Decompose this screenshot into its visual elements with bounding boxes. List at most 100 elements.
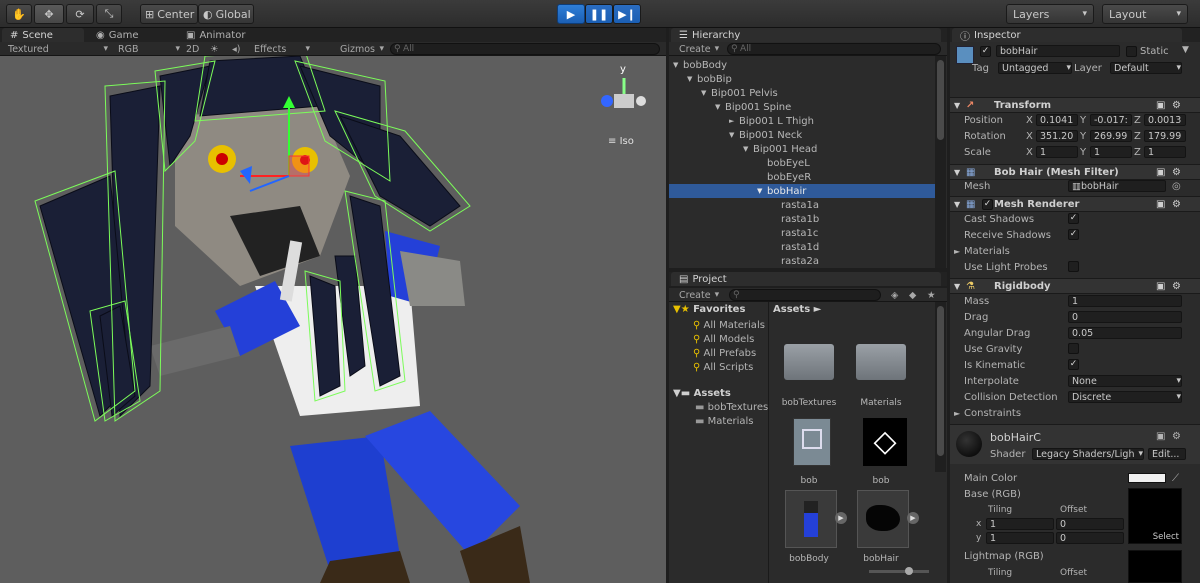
project-create-dropdown[interactable]: Create [679, 289, 719, 301]
project-breadcrumb[interactable]: Assets ► [773, 304, 821, 315]
hierarchy-item[interactable]: ▼ Bip001 Head [669, 142, 935, 156]
orientation-gizmo[interactable]: y [601, 64, 646, 108]
hierarchy-item[interactable]: rasta1a [669, 198, 935, 212]
tiling-x-field[interactable]: 1 [986, 518, 1054, 530]
favorite-star-icon[interactable]: ★ [927, 289, 937, 301]
play-preview-icon[interactable]: ▶ [907, 512, 919, 524]
foldout-arrow-icon[interactable]: ▼ [757, 187, 767, 195]
project-search-input[interactable]: ⚲ [729, 289, 881, 301]
static-dropdown-icon[interactable]: ▼ [1182, 45, 1189, 55]
object-name-field[interactable]: bobHair [996, 45, 1120, 57]
asset-tile-unity[interactable]: ◇ [851, 412, 911, 472]
static-checkbox[interactable] [1126, 46, 1137, 57]
constraints-row[interactable]: ► Constraints [950, 405, 1200, 421]
lighting-toggle[interactable]: ☀ [210, 43, 222, 55]
hierarchy-item[interactable]: ▼ Bip001 Pelvis [669, 86, 935, 100]
base-texture-select[interactable]: Select [1153, 532, 1179, 542]
asset-folder-item[interactable]: ▬ bobTextures [695, 402, 768, 413]
play-button[interactable]: ▶ [557, 4, 585, 24]
hierarchy-create-dropdown[interactable]: Create [679, 43, 719, 55]
foldout-arrow-icon[interactable]: ▼ [673, 61, 683, 69]
position-field[interactable]: 0.1041 [1036, 114, 1078, 126]
scale-field[interactable]: 1 [1036, 146, 1078, 158]
filter-label-icon[interactable]: ◆ [909, 289, 919, 301]
component-gear-icon[interactable]: ⚙ [1172, 100, 1181, 111]
shader-edit-button[interactable]: Edit... [1148, 448, 1186, 460]
hand-tool-button[interactable]: ✋ [6, 4, 32, 24]
step-button[interactable]: ▶❙ [613, 4, 641, 24]
scale-field[interactable]: 1 [1144, 146, 1186, 158]
gizmos-dropdown[interactable]: Gizmos [340, 43, 384, 55]
hierarchy-scrollbar[interactable] [935, 56, 946, 268]
main-color-swatch[interactable] [1128, 473, 1166, 483]
pivot-center-button[interactable]: ⊞ Center [140, 4, 198, 24]
offset-x-field[interactable]: 0 [1056, 518, 1124, 530]
layout-dropdown[interactable]: Layout [1102, 4, 1188, 24]
scene-viewport[interactable]: y ≡ Iso [0, 56, 666, 583]
play-preview-icon[interactable]: ▶ [835, 512, 847, 524]
drag-field[interactable]: 0 [1068, 311, 1182, 323]
rotation-field[interactable]: 179.99 [1144, 130, 1186, 142]
mesh-renderer-enabled-checkbox[interactable]: ✓ [982, 199, 993, 210]
receive-shadows-checkbox[interactable]: ✓ [1068, 229, 1079, 240]
filter-type-icon[interactable]: ◈ [891, 289, 901, 301]
project-scrollbar[interactable] [935, 302, 946, 472]
favorite-item[interactable]: ⚲ All Models [693, 334, 754, 345]
favorite-item[interactable]: ⚲ All Materials [693, 320, 765, 331]
asset-tile-prefab[interactable]: ▶ [779, 490, 847, 550]
hierarchy-item[interactable]: rasta1d [669, 240, 935, 254]
eyedropper-icon[interactable]: ⟋ [1172, 473, 1179, 484]
tab-inspector[interactable]: ⓘ Inspector [952, 28, 1182, 43]
mesh-field[interactable]: ▥ bobHair [1068, 180, 1166, 192]
foldout-arrow-icon[interactable]: ▼ [729, 131, 739, 139]
angular-drag-field[interactable]: 0.05 [1068, 327, 1182, 339]
tab-animator[interactable]: ▣ Animator [178, 28, 268, 42]
space-global-button[interactable]: ◐ Global [198, 4, 254, 24]
layers-dropdown[interactable]: Layers [1006, 4, 1094, 24]
rotation-field[interactable]: 269.99 [1090, 130, 1132, 142]
move-tool-button[interactable]: ✥ [34, 4, 64, 24]
light-probes-checkbox[interactable] [1068, 261, 1079, 272]
tiling-y-field[interactable]: 1 [986, 532, 1054, 544]
asset-tile-mesh[interactable]: ▶ [851, 490, 919, 550]
rotate-tool-button[interactable]: ⟳ [66, 4, 94, 24]
foldout-arrow-icon[interactable]: ► [729, 117, 739, 125]
foldout-arrow-icon[interactable]: ▼ [687, 75, 697, 83]
help-book-icon[interactable]: ▣ [1156, 167, 1165, 178]
hierarchy-item[interactable]: ▼ Bip001 Spine [669, 100, 935, 114]
object-picker-icon[interactable]: ◎ [1172, 181, 1181, 192]
tab-hierarchy[interactable]: ☰ Hierarchy [671, 28, 941, 42]
active-checkbox[interactable]: ✓ [980, 46, 991, 57]
audio-toggle[interactable]: ◂) [232, 43, 244, 55]
shading-dropdown[interactable]: Textured [8, 43, 108, 55]
position-field[interactable]: -0.017: [1090, 114, 1132, 126]
render-mode-dropdown[interactable]: RGB [118, 43, 180, 55]
help-book-icon[interactable]: ▣ [1156, 281, 1165, 292]
collision-detection-dropdown[interactable]: Discrete [1068, 391, 1182, 403]
foldout-arrow-icon[interactable]: ▼ [701, 89, 711, 97]
position-field[interactable]: 0.0013 [1144, 114, 1186, 126]
foldout-arrow-icon[interactable]: ▼ [715, 103, 725, 111]
asset-tile-folder[interactable] [851, 334, 911, 394]
effects-dropdown[interactable]: Effects [254, 43, 310, 55]
interpolate-dropdown[interactable]: None [1068, 375, 1182, 387]
mesh-renderer-header[interactable]: ▼ ▦ ✓ Mesh Renderer ▣ ⚙ [950, 196, 1200, 212]
tab-scene[interactable]: # Scene [2, 28, 84, 42]
scale-tool-button[interactable]: ⤡ [96, 4, 122, 24]
use-gravity-checkbox[interactable] [1068, 343, 1079, 354]
is-kinematic-checkbox[interactable]: ✓ [1068, 359, 1079, 370]
hierarchy-item[interactable]: ▼ bobBip [669, 72, 935, 86]
hierarchy-item[interactable]: ▼ bobBody [669, 58, 935, 72]
hierarchy-scroll-thumb[interactable] [937, 60, 944, 140]
hierarchy-item[interactable]: rasta2a [669, 254, 935, 268]
hierarchy-item[interactable]: ► Bip001 L Thigh [669, 114, 935, 128]
tag-dropdown[interactable]: Untagged [998, 62, 1072, 74]
help-book-icon[interactable]: ▣ [1156, 199, 1165, 210]
hierarchy-item[interactable]: ▼ Bip001 Neck [669, 128, 935, 142]
pause-button[interactable]: ❚❚ [585, 4, 613, 24]
scene-search-input[interactable]: ⚲ All [390, 43, 660, 55]
foldout-arrow-icon[interactable]: ▼ [743, 145, 753, 153]
offset-y-field[interactable]: 0 [1056, 532, 1124, 544]
layer-dropdown[interactable]: Default [1110, 62, 1182, 74]
hierarchy-search-input[interactable]: ⚲ All [727, 43, 941, 55]
